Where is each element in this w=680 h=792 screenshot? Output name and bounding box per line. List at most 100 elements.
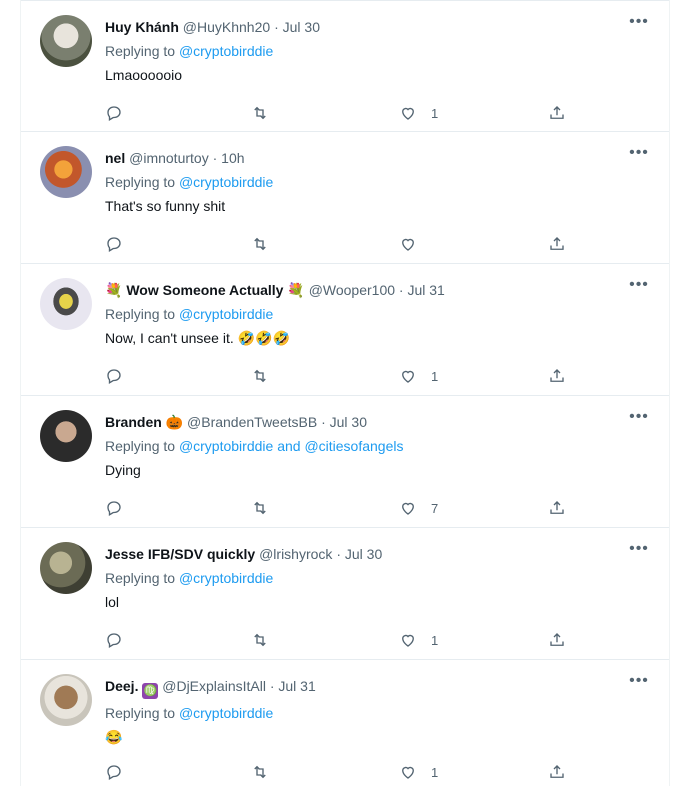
timestamp[interactable]: Jul 31	[278, 678, 315, 694]
reply-body: Branden 🎃 @BrandenTweetsBB · Jul 30 Repl…	[105, 412, 649, 480]
replying-and: and	[277, 438, 301, 454]
retweet-button[interactable]	[251, 232, 269, 256]
share-icon	[550, 501, 564, 514]
like-button[interactable]	[399, 232, 431, 256]
display-name[interactable]: Deej.	[105, 678, 138, 694]
reply-body: 💐 Wow Someone Actually 💐 @Wooper100 · Ju…	[105, 280, 649, 348]
timestamp[interactable]: Jul 30	[283, 19, 320, 35]
reply-button[interactable]	[105, 364, 123, 388]
reply-item[interactable]: Branden 🎃 @BrandenTweetsBB · Jul 30 Repl…	[21, 396, 669, 528]
flower-emoji-icon: 💐	[287, 282, 305, 298]
avatar[interactable]	[40, 278, 92, 330]
reply-icon	[107, 237, 121, 252]
replying-to: Replying to @cryptobirddie and @citiesof…	[105, 436, 649, 456]
user-handle[interactable]: @BrandenTweetsBB	[187, 414, 317, 430]
retweet-icon	[254, 501, 266, 515]
heart-icon	[402, 502, 414, 515]
reply-item[interactable]: Huy Khánh @HuyKhnh20 · Jul 30 Replying t…	[21, 0, 669, 132]
avatar[interactable]	[40, 674, 92, 726]
retweet-button[interactable]	[251, 628, 269, 652]
user-handle[interactable]: @Wooper100	[309, 282, 395, 298]
reply-text: Lmaoooooio	[105, 67, 183, 83]
display-name[interactable]: nel	[105, 150, 125, 166]
display-name[interactable]: Wow Someone Actually	[126, 282, 283, 298]
reply-header: nel @imnoturtoy · 10h	[105, 148, 649, 168]
retweet-button[interactable]	[251, 496, 269, 520]
reply-button[interactable]	[105, 496, 123, 520]
reply-button[interactable]	[105, 232, 123, 256]
pumpkin-emoji-icon: 🎃	[165, 414, 184, 430]
separator: ·	[398, 282, 404, 298]
mention-link[interactable]: @cryptobirddie	[179, 174, 273, 190]
reply-icon	[107, 501, 121, 516]
like-button[interactable]: 1	[399, 364, 438, 388]
share-button[interactable]	[548, 628, 566, 652]
like-count: 1	[431, 368, 439, 384]
reply-button[interactable]	[105, 628, 123, 652]
retweet-button[interactable]	[251, 760, 269, 784]
mention-link[interactable]: @citiesofangels	[304, 438, 403, 454]
display-name[interactable]: Branden	[105, 414, 162, 430]
share-button[interactable]	[548, 496, 566, 520]
separator: ·	[336, 546, 341, 562]
retweet-button[interactable]	[251, 364, 269, 388]
share-button[interactable]	[548, 760, 566, 784]
like-button[interactable]: 1	[399, 628, 438, 652]
reply-header: Huy Khánh @HuyKhnh20 · Jul 30	[105, 17, 649, 37]
reply-text: lol	[105, 594, 120, 610]
reply-button[interactable]	[105, 760, 123, 784]
more-icon[interactable]: •••	[627, 145, 651, 168]
user-handle[interactable]: @lrishyrock	[259, 546, 332, 562]
avatar[interactable]	[40, 15, 92, 67]
more-icon[interactable]: •••	[627, 541, 651, 564]
more-icon[interactable]: •••	[627, 277, 651, 300]
reply-button[interactable]	[105, 101, 123, 125]
user-handle[interactable]: @HuyKhnh20	[183, 19, 270, 35]
mention-link[interactable]: @cryptobirddie	[179, 705, 273, 721]
avatar[interactable]	[40, 410, 92, 462]
share-button[interactable]	[548, 364, 566, 388]
retweet-button[interactable]	[251, 101, 269, 125]
reply-text: That's so funny shit	[105, 198, 226, 214]
display-name[interactable]: Huy Khánh	[105, 19, 179, 35]
mention-link[interactable]: @cryptobirddie	[179, 438, 273, 454]
reply-item[interactable]: 💐 Wow Someone Actually 💐 @Wooper100 · Ju…	[21, 264, 669, 396]
reply-feed: Huy Khánh @HuyKhnh20 · Jul 30 Replying t…	[20, 0, 670, 786]
like-count: 1	[431, 764, 439, 780]
share-button[interactable]	[548, 232, 566, 256]
timestamp[interactable]: Jul 30	[345, 546, 382, 562]
like-button[interactable]: 7	[399, 496, 438, 520]
reply-item[interactable]: nel @imnoturtoy · 10h Replying to @crypt…	[21, 132, 669, 264]
avatar[interactable]	[40, 542, 92, 594]
timestamp[interactable]: Jul 31	[407, 282, 444, 298]
like-count: 7	[431, 500, 439, 516]
reply-header: Deej. ♍ @DjExplainsItAll · Jul 31	[105, 676, 649, 699]
reply-item[interactable]: Jesse IFB/SDV quickly @lrishyrock · Jul …	[21, 528, 669, 660]
timestamp[interactable]: 10h	[221, 150, 244, 166]
share-icon	[550, 369, 564, 382]
mention-link[interactable]: @cryptobirddie	[179, 43, 273, 59]
user-handle[interactable]: @DjExplainsItAll	[162, 678, 266, 694]
replying-to: Replying to @cryptobirddie	[105, 41, 649, 61]
more-icon[interactable]: •••	[627, 14, 651, 37]
avatar[interactable]	[40, 146, 92, 198]
timestamp[interactable]: Jul 30	[330, 414, 367, 430]
flower-emoji-icon: 💐	[105, 282, 123, 298]
reply-body: Jesse IFB/SDV quickly @lrishyrock · Jul …	[105, 544, 649, 612]
reply-item[interactable]: Deej. ♍ @DjExplainsItAll · Jul 31 Replyi…	[21, 660, 669, 792]
display-name[interactable]: Jesse IFB/SDV quickly	[105, 546, 255, 562]
replying-label: Replying to	[105, 570, 176, 586]
mention-link[interactable]: @cryptobirddie	[179, 306, 273, 322]
heart-icon	[402, 634, 414, 647]
virgo-badge-icon: ♍	[142, 683, 159, 699]
like-button[interactable]: 1	[399, 760, 438, 784]
more-icon[interactable]: •••	[627, 673, 651, 696]
replying-to: Replying to @cryptobirddie	[105, 172, 649, 192]
share-icon	[550, 765, 564, 778]
share-button[interactable]	[548, 101, 566, 125]
mention-link[interactable]: @cryptobirddie	[179, 570, 273, 586]
separator: ·	[212, 150, 218, 166]
more-icon[interactable]: •••	[627, 409, 651, 432]
user-handle[interactable]: @imnoturtoy	[129, 150, 209, 166]
like-button[interactable]: 1	[399, 101, 438, 125]
